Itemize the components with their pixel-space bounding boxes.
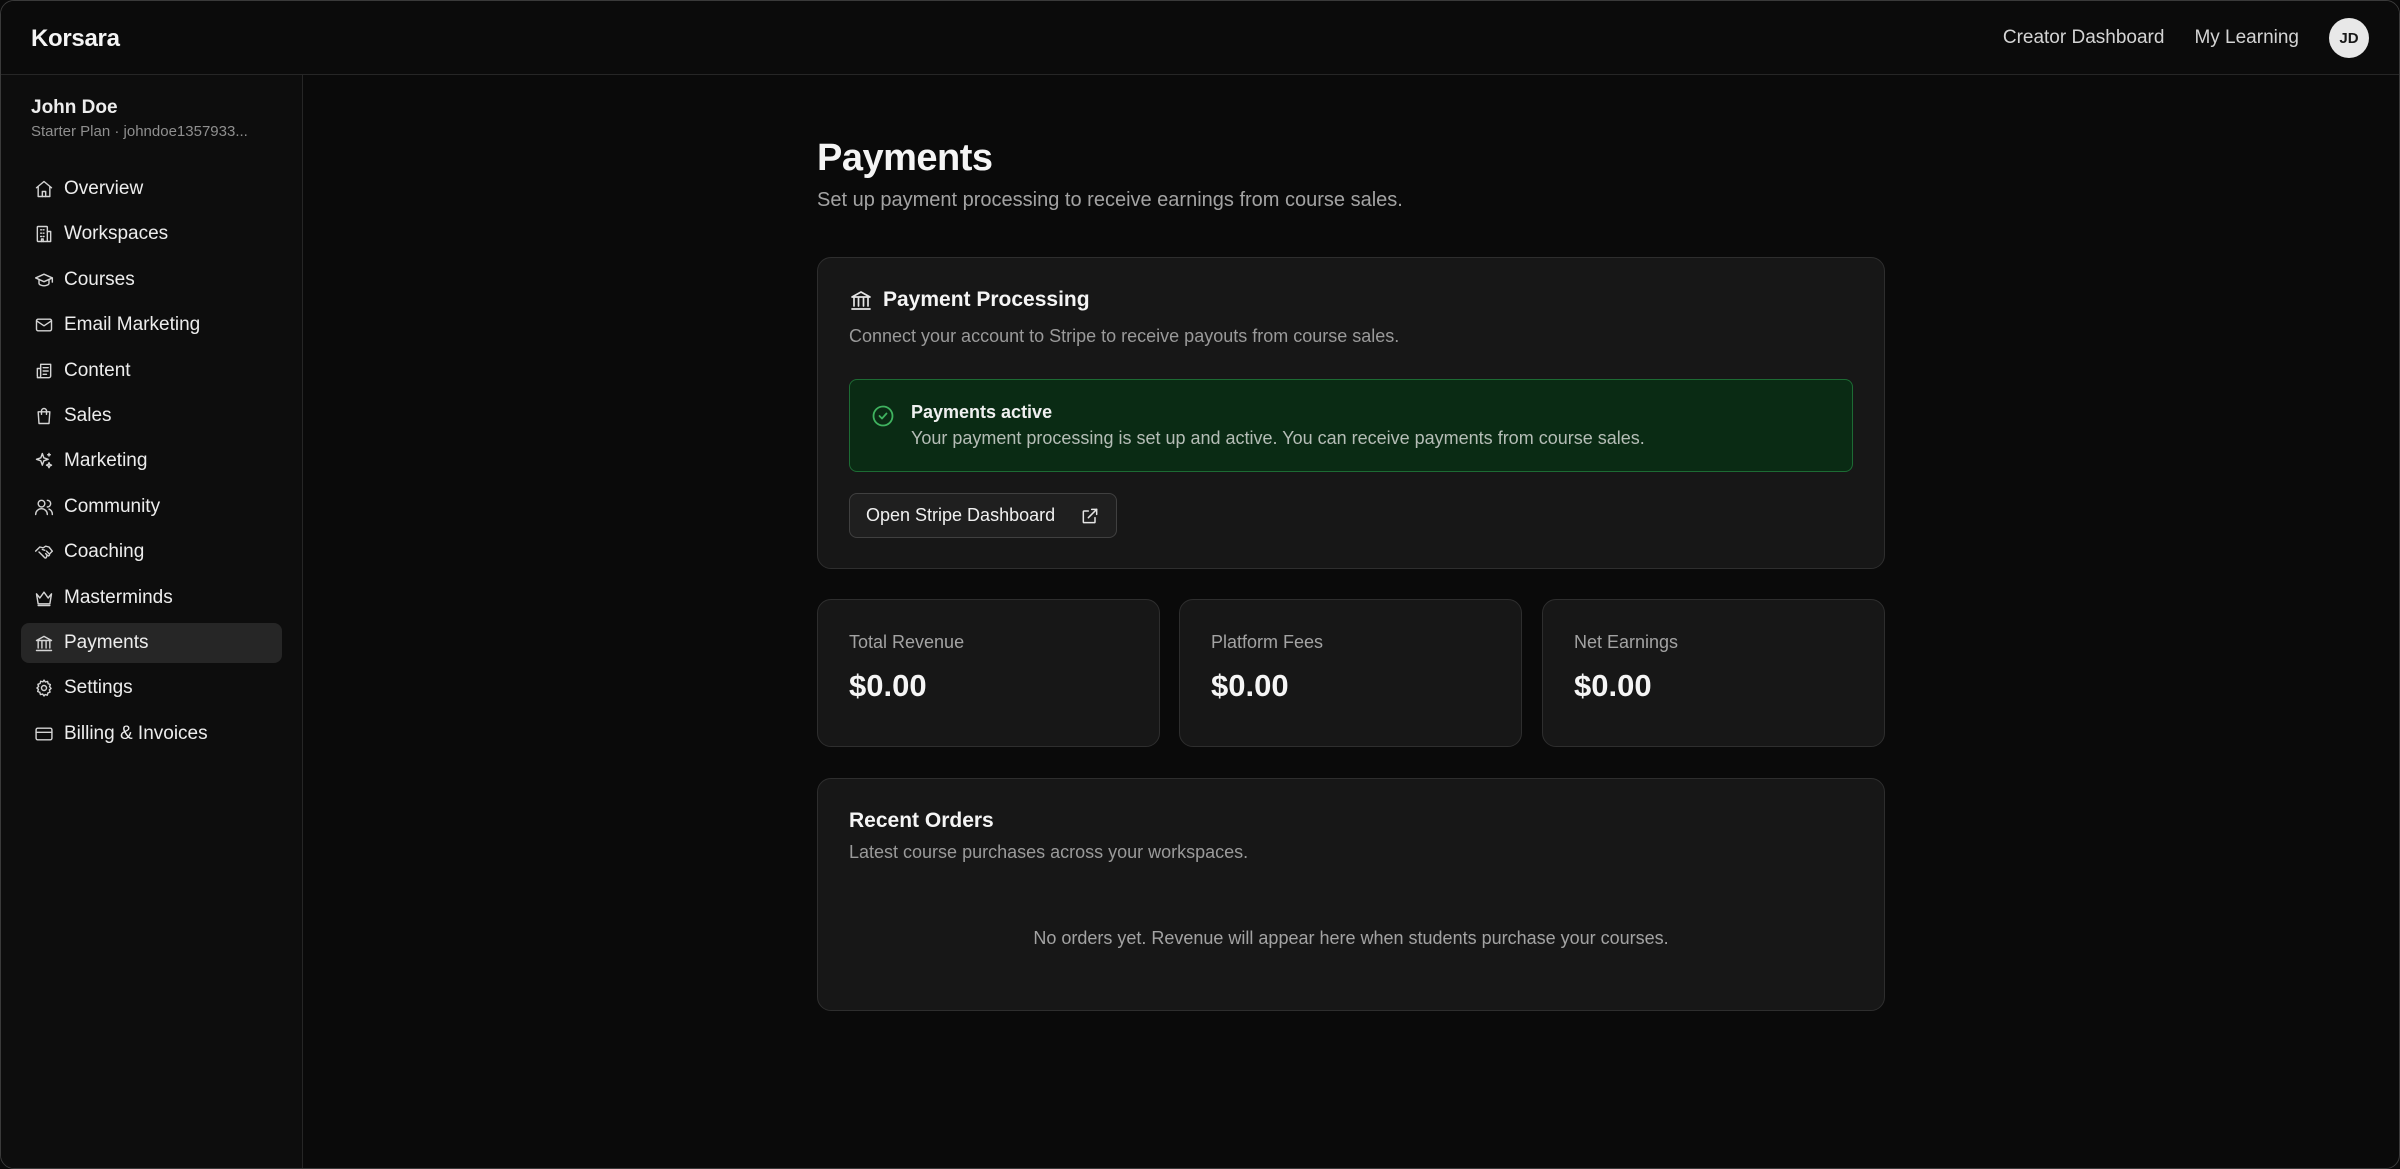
sidebar-item-label: Billing & Invoices [64, 722, 208, 744]
building-icon [36, 226, 52, 243]
users-icon [34, 499, 54, 515]
payment-processing-description: Connect your account to Stripe to receiv… [849, 326, 1400, 346]
sidebar-user-plan: Starter Plan · johndoe1357933... [31, 123, 248, 140]
sidebar-menu: Overview Workspaces Courses Email Market… [21, 169, 282, 759]
recent-orders-card: Recent Orders Latest course purchases ac… [817, 778, 1885, 1011]
payment-processing-title: Payment Processing [883, 288, 1090, 311]
sidebar-item-label: Workspaces [64, 223, 169, 245]
sidebar-item-overview[interactable]: Overview [21, 169, 282, 209]
payment-processing-card: Payment Processing Connect your account … [817, 257, 1885, 569]
sparkles-icon [35, 453, 53, 469]
sidebar-user-name: John Doe [31, 97, 118, 118]
open-stripe-dashboard-button[interactable]: Open Stripe Dashboard [849, 493, 1117, 538]
alert-text: Your payment processing is set up and ac… [911, 428, 1645, 448]
stat-label: Net Earnings [1574, 632, 1679, 652]
sidebar-item-content[interactable]: Content [21, 351, 282, 391]
graduation-cap-icon [34, 273, 54, 287]
brand-logo[interactable]: Korsara [31, 25, 120, 53]
payment-processing-header: Payment Processing [849, 288, 1090, 312]
sidebar-item-label: Coaching [64, 541, 145, 563]
sidebar-item-label: Masterminds [64, 586, 173, 608]
stat-value: $0.00 [849, 668, 927, 703]
crown-icon [35, 590, 53, 606]
sidebar-item-label: Overview [64, 178, 144, 199]
shopping-bag-icon [37, 407, 51, 425]
recent-orders-title: Recent Orders [849, 809, 994, 832]
landmark-icon [851, 291, 871, 310]
stat-value: $0.00 [1574, 668, 1652, 703]
newspaper-icon [36, 363, 52, 378]
stat-card-net-earnings: Net Earnings $0.00 [1542, 599, 1885, 747]
sidebar-item-courses[interactable]: Courses [21, 260, 282, 300]
recent-orders-empty-state: No orders yet. Revenue will appear here … [1033, 928, 1669, 948]
check-circle-icon [872, 405, 894, 427]
sidebar-item-label: Courses [64, 268, 135, 290]
sidebar-item-label: Content [64, 359, 131, 381]
top-bar: Korsara Creator Dashboard My Learning JD [1, 1, 2399, 75]
nav-link-my-learning[interactable]: My Learning [2194, 27, 2299, 49]
credit-card-icon [35, 727, 53, 741]
stat-card-platform-fees: Platform Fees $0.00 [1179, 599, 1522, 747]
stat-card-total-revenue: Total Revenue $0.00 [817, 599, 1160, 747]
gear-icon [36, 679, 52, 697]
sidebar-item-label: Email Marketing [64, 314, 201, 336]
external-link-icon [1082, 508, 1098, 524]
top-nav: Creator Dashboard My Learning JD [1973, 17, 2369, 59]
sidebar-item-workspaces[interactable]: Workspaces [21, 214, 282, 254]
handshake-icon [34, 545, 54, 559]
recent-orders-description: Latest course purchases across your work… [849, 842, 1249, 862]
sidebar-item-label: Community [64, 495, 161, 517]
sidebar-item-coaching[interactable]: Coaching [21, 532, 282, 572]
sidebar-item-sales[interactable]: Sales [21, 396, 282, 436]
app-window: Korsara Creator Dashboard My Learning JD… [0, 0, 2400, 1169]
sidebar-item-community[interactable]: Community [21, 487, 282, 527]
sidebar-item-label: Sales [64, 404, 112, 426]
sidebar-item-label: Payments [64, 631, 149, 653]
stat-label: Total Revenue [849, 632, 965, 652]
sidebar-item-label: Settings [64, 677, 133, 699]
sidebar: John Doe Starter Plan · johndoe1357933..… [1, 75, 303, 1168]
page-title: Payments [817, 137, 993, 179]
nav-link-creator-dashboard[interactable]: Creator Dashboard [2003, 27, 2165, 49]
sidebar-item-marketing[interactable]: Marketing [21, 441, 282, 481]
button-label: Open Stripe Dashboard [866, 505, 1056, 525]
alert-title: Payments active [911, 402, 1053, 422]
stat-label: Platform Fees [1211, 632, 1324, 652]
sidebar-item-billing[interactable]: Billing & Invoices [21, 714, 282, 754]
sidebar-item-masterminds[interactable]: Masterminds [21, 578, 282, 618]
avatar[interactable]: JD [2329, 18, 2369, 58]
sidebar-item-label: Marketing [64, 450, 148, 472]
home-icon [35, 180, 53, 198]
landmark-icon [35, 635, 53, 652]
payments-active-alert: Payments active Your payment processing … [849, 379, 1853, 472]
mail-icon [35, 318, 53, 332]
sidebar-item-settings[interactable]: Settings [21, 668, 282, 708]
page-subtitle: Set up payment processing to receive ear… [817, 189, 1403, 211]
sidebar-item-email-marketing[interactable]: Email Marketing [21, 305, 282, 345]
sidebar-item-payments[interactable]: Payments [21, 622, 282, 663]
stat-value: $0.00 [1211, 668, 1289, 703]
